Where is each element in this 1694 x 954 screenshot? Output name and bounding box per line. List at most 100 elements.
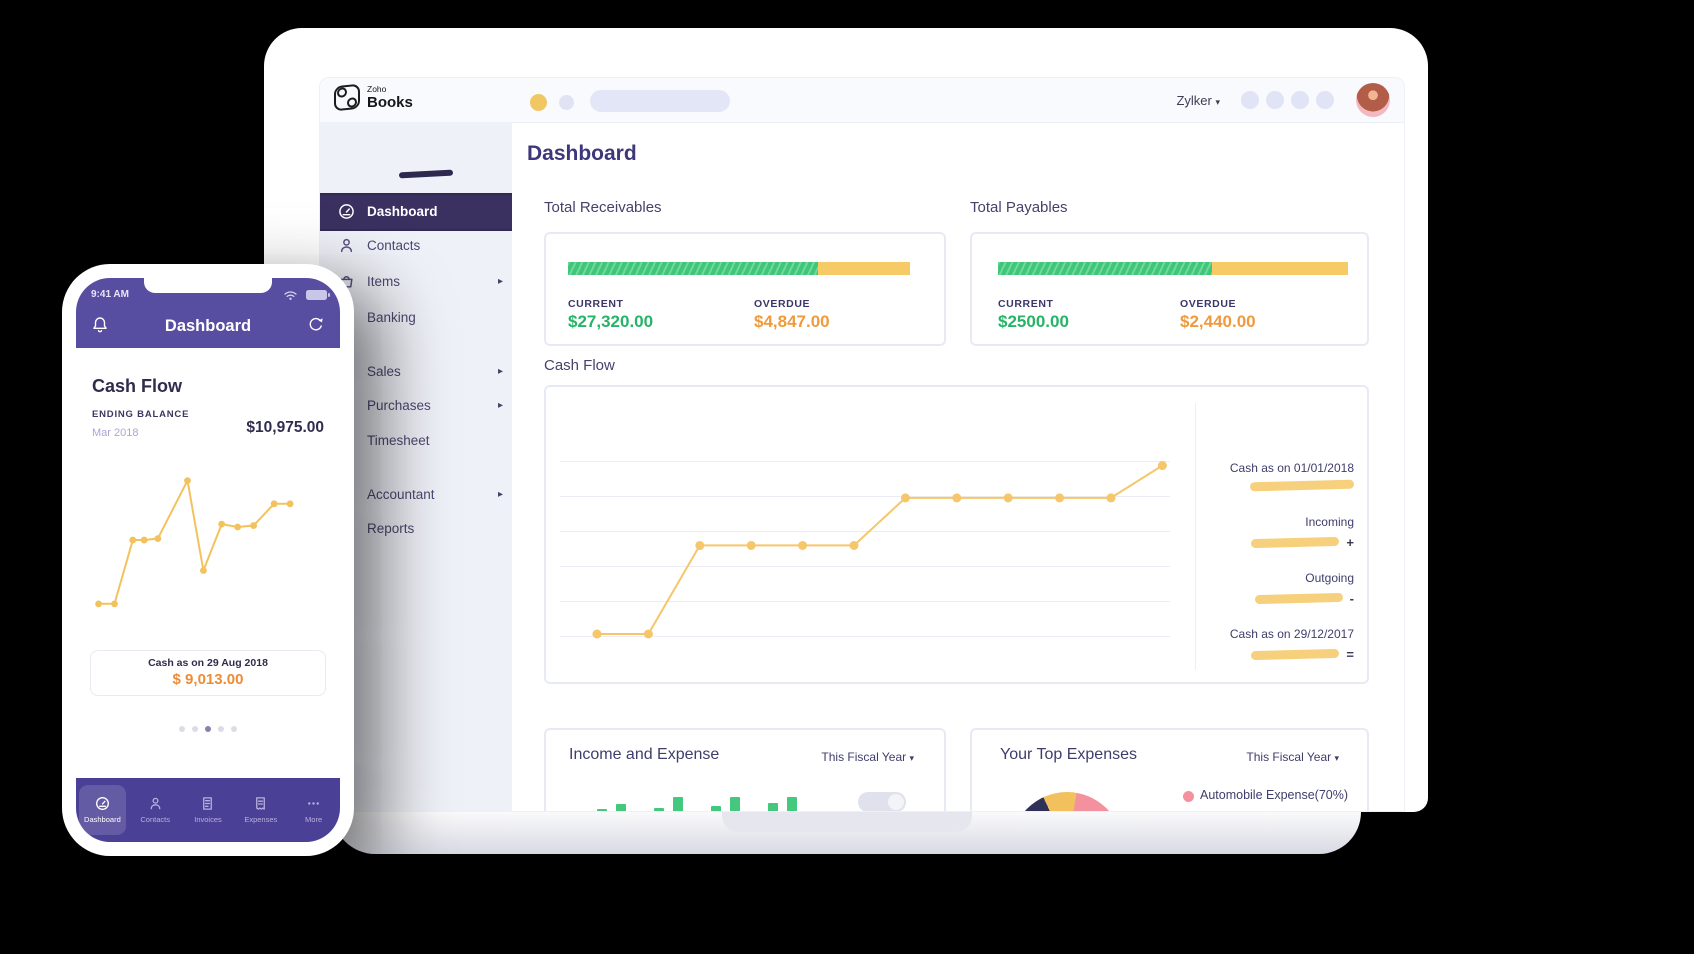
bar <box>711 806 721 812</box>
payables-progress-bar <box>998 262 1348 275</box>
payables-current-label: CURRENT <box>998 298 1054 310</box>
fiscal-year-filter[interactable]: This Fiscal Year ▾ <box>1246 750 1339 764</box>
org-dropdown[interactable]: Zylker ▾ <box>1176 93 1220 108</box>
expenses-icon <box>253 796 268 811</box>
redacted-value-scribble <box>1250 480 1354 492</box>
search-bar-placeholder[interactable] <box>590 90 730 112</box>
user-avatar[interactable] <box>1356 83 1390 117</box>
zoho-books-logo[interactable]: Zoho Books <box>334 85 413 110</box>
more-icon <box>306 796 321 811</box>
sidebar-item-label: Accountant <box>367 487 435 502</box>
topbar-gray-dot <box>559 95 574 110</box>
toggle-knob <box>888 794 904 810</box>
carousel-dot[interactable] <box>231 726 237 732</box>
carousel-dot[interactable] <box>205 726 211 732</box>
sidebar-item-label: Dashboard <box>367 204 438 219</box>
dashboard-icon <box>95 796 110 811</box>
receivables-current-label: CURRENT <box>568 298 624 310</box>
bar <box>654 808 664 812</box>
phone-header: 9:41 AM Dashboard <box>76 278 340 348</box>
legend-label: Cash as on 01/01/2018 <box>1202 461 1354 475</box>
period-label: Mar 2018 <box>92 427 138 439</box>
wifi-icon <box>283 290 298 301</box>
contacts-icon <box>148 796 163 811</box>
receivables-overdue-value: $4,847.00 <box>754 312 830 332</box>
bar <box>635 811 645 812</box>
carousel-dot[interactable] <box>218 726 224 732</box>
refresh-icon[interactable] <box>306 315 326 335</box>
page-title: Dashboard <box>527 142 637 166</box>
total-receivables-card: CURRENT $27,320.00 OVERDUE $4,847.00 <box>544 232 946 346</box>
cash-as-on-value: $ 9,013.00 <box>91 671 325 688</box>
cashflow-chart <box>560 411 1170 661</box>
bar <box>730 797 740 812</box>
legend-divider <box>1195 403 1196 670</box>
nav-item-invoices[interactable]: Invoices <box>185 785 232 835</box>
redacted-value-scribble <box>1251 537 1339 548</box>
chevron-right-icon: ▸ <box>498 366 503 377</box>
carousel-dot[interactable] <box>192 726 198 732</box>
top-expenses-title: Your Top Expenses <box>1000 746 1137 764</box>
phone-cashflow-title: Cash Flow <box>92 376 182 397</box>
nav-item-contacts[interactable]: Contacts <box>132 785 179 835</box>
legend-label: Incoming <box>1202 515 1354 529</box>
chart-toggle[interactable] <box>858 792 906 812</box>
chevron-down-icon: ▾ <box>1334 753 1339 763</box>
phone-screen: 9:41 AM Dashboard Cash Flow ENDING BALAN… <box>76 278 340 842</box>
top-expenses-legend-label: Automobile Expense(70%) <box>1200 788 1348 802</box>
cash-as-on-box: Cash as on 29 Aug 2018 $ 9,013.00 <box>90 650 326 696</box>
sidebar-item-dashboard[interactable]: Dashboard <box>320 195 512 229</box>
payables-section-title: Total Payables <box>970 199 1068 216</box>
sidebar-item-contacts[interactable]: Contacts <box>320 229 512 263</box>
cash-as-on-label: Cash as on 29 Aug 2018 <box>91 657 325 669</box>
receivables-current-value: $27,320.00 <box>568 312 653 332</box>
battery-icon <box>306 290 327 300</box>
payables-overdue-label: OVERDUE <box>1180 298 1236 310</box>
legend-label: Cash as on 29/12/2017 <box>1202 627 1354 641</box>
marketing-scene: Zoho Books Zylker ▾ DashboardContactsIte… <box>0 0 1694 954</box>
sketch-scribble <box>399 170 453 179</box>
chevron-right-icon: ▸ <box>498 489 503 500</box>
chevron-right-icon: ▸ <box>498 400 503 411</box>
zoho-books-logo-icon <box>334 84 360 112</box>
sidebar-item-label: Banking <box>367 310 416 325</box>
chevron-down-icon: ▾ <box>1215 97 1220 107</box>
nav-item-more[interactable]: More <box>290 785 337 835</box>
topbar-right-cluster: Zylker ▾ <box>1176 78 1390 122</box>
sidebar-item-label: Reports <box>367 521 414 536</box>
topbar-icon-placeholder[interactable] <box>1266 91 1284 109</box>
top-expenses-pie-chart <box>1011 792 1123 812</box>
nav-item-label: Expenses <box>244 815 277 824</box>
cashflow-card: Cash as on 01/01/2018 Incoming+ Outgoing- C… <box>544 385 1369 684</box>
carousel-dot[interactable] <box>179 726 185 732</box>
ending-balance-value: $10,975.00 <box>246 419 324 437</box>
topbar-icon-placeholder[interactable] <box>1316 91 1334 109</box>
carousel-dots[interactable] <box>76 726 340 732</box>
zoho-books-app-window: Zoho Books Zylker ▾ DashboardContactsIte… <box>319 77 1405 812</box>
cashflow-legend-row: Incoming+ <box>1202 515 1354 550</box>
logo-zoho-label: Zoho <box>367 85 413 94</box>
nav-item-dashboard[interactable]: Dashboard <box>79 785 126 835</box>
top-expenses-card: Your Top Expenses This Fiscal Year ▾ Aut… <box>970 728 1369 812</box>
cashflow-legend-row: Outgoing- <box>1202 571 1354 606</box>
topbar-icon-placeholder[interactable] <box>1241 91 1259 109</box>
bar <box>768 803 778 812</box>
nav-item-expenses[interactable]: Expenses <box>237 785 284 835</box>
bar <box>673 797 683 812</box>
nav-item-label: Dashboard <box>84 815 121 824</box>
cashflow-legend-row: Cash as on 01/01/2018 <box>1202 461 1354 490</box>
receivables-section-title: Total Receivables <box>544 199 662 216</box>
ending-balance-label: ENDING BALANCE <box>92 409 189 420</box>
invoices-icon <box>200 796 215 811</box>
receivables-progress-bar <box>568 262 910 275</box>
laptop-hinge-notch <box>722 812 972 832</box>
redacted-value-scribble <box>1251 649 1339 660</box>
payables-overdue-value: $2,440.00 <box>1180 312 1256 332</box>
dashboard-icon <box>338 203 355 220</box>
phone-mockup: 9:41 AM Dashboard Cash Flow ENDING BALAN… <box>62 264 354 856</box>
cashflow-legend-row: Cash as on 29/12/2017= <box>1202 627 1354 662</box>
topbar-icon-placeholder[interactable] <box>1291 91 1309 109</box>
sidebar-item-label: Sales <box>367 364 401 379</box>
sidebar-item-label: Purchases <box>367 398 431 413</box>
redacted-value-scribble <box>1255 593 1343 604</box>
